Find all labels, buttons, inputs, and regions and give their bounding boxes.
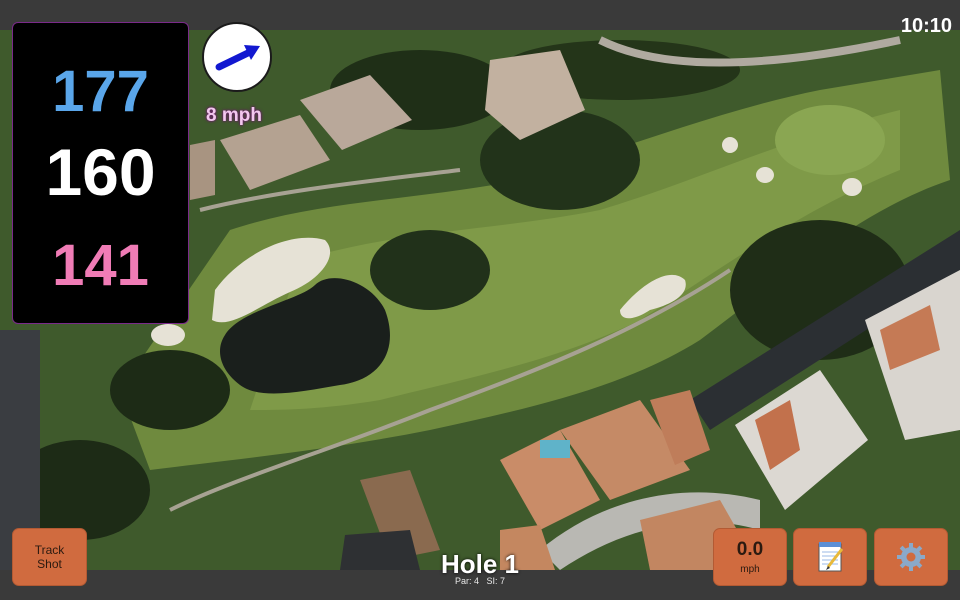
arrow-right-icon bbox=[215, 45, 260, 71]
notepad-icon bbox=[818, 542, 844, 572]
distance-panel: 177 160 141 bbox=[12, 22, 189, 324]
wind-direction-dial bbox=[202, 22, 272, 92]
distance-center: 160 bbox=[45, 135, 156, 209]
hole-par: Par: 4 bbox=[454, 576, 479, 586]
wind-speed-label: 8 mph bbox=[206, 105, 262, 126]
speed-button[interactable]: 0.0 mph bbox=[713, 528, 787, 586]
speed-value: 0.0 bbox=[736, 538, 764, 560]
notes-button[interactable] bbox=[793, 528, 867, 586]
hole-stroke-index: SI: 7 bbox=[486, 576, 506, 586]
distance-front: 141 bbox=[52, 233, 149, 298]
settings-button[interactable] bbox=[874, 528, 948, 586]
status-clock: 10:10 bbox=[900, 15, 952, 37]
distance-back: 177 bbox=[52, 59, 149, 124]
gear-icon bbox=[897, 543, 925, 571]
speed-unit: mph bbox=[740, 563, 760, 575]
